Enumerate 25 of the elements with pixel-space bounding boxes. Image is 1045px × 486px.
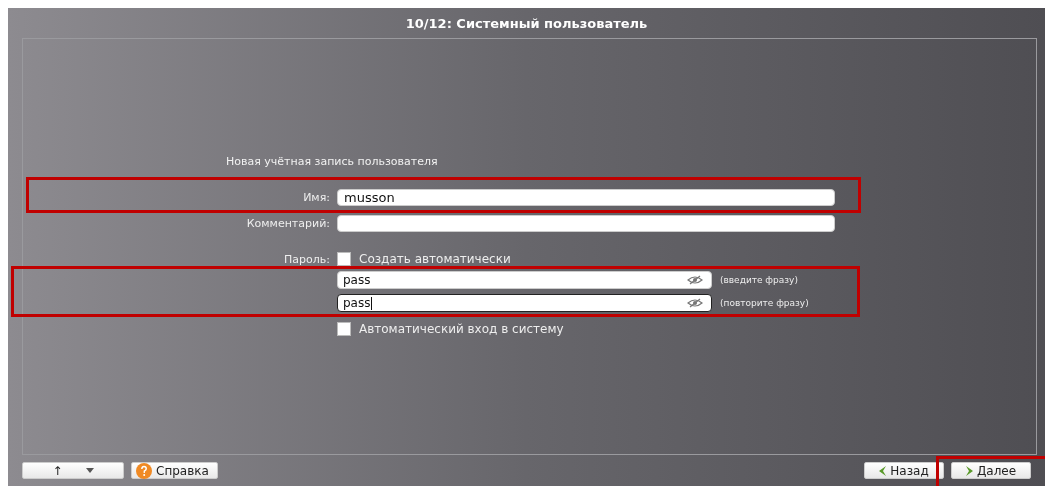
password-field[interactable]: pass (337, 294, 712, 312)
back-button[interactable]: Назад (864, 462, 944, 479)
section-title: Новая учётная запись пользователя (226, 155, 439, 168)
field-hint: (повторите фразу) (720, 298, 809, 308)
field-label: Комментарий: (246, 217, 330, 230)
field-label: Имя: (303, 191, 330, 204)
checkbox[interactable] (337, 322, 351, 336)
hidden-eye-icon[interactable] (687, 298, 703, 308)
checkbox-label[interactable]: Создать автоматически (359, 252, 511, 266)
caret-icon (85, 468, 94, 473)
password-field[interactable]: pass (337, 271, 712, 289)
hidden-eye-icon[interactable] (687, 275, 703, 285)
comment-field[interactable] (337, 215, 835, 232)
window-title: 10/12: Системный пользователь (405, 15, 648, 31)
help-button[interactable]: Справка (131, 462, 218, 479)
next-arrow-icon (965, 465, 973, 476)
field-hint: (введите фразу) (720, 275, 798, 285)
back-arrow-icon (879, 465, 887, 476)
field-label: Пароль: (284, 252, 330, 266)
help-icon (136, 462, 152, 479)
up-dropdown-button[interactable]: ↑ (22, 462, 124, 479)
name-field[interactable]: musson (337, 189, 835, 206)
checkbox-label[interactable]: Автоматический вход в систему (359, 322, 564, 336)
next-button[interactable]: Далее (951, 462, 1031, 479)
checkbox[interactable] (337, 252, 351, 266)
